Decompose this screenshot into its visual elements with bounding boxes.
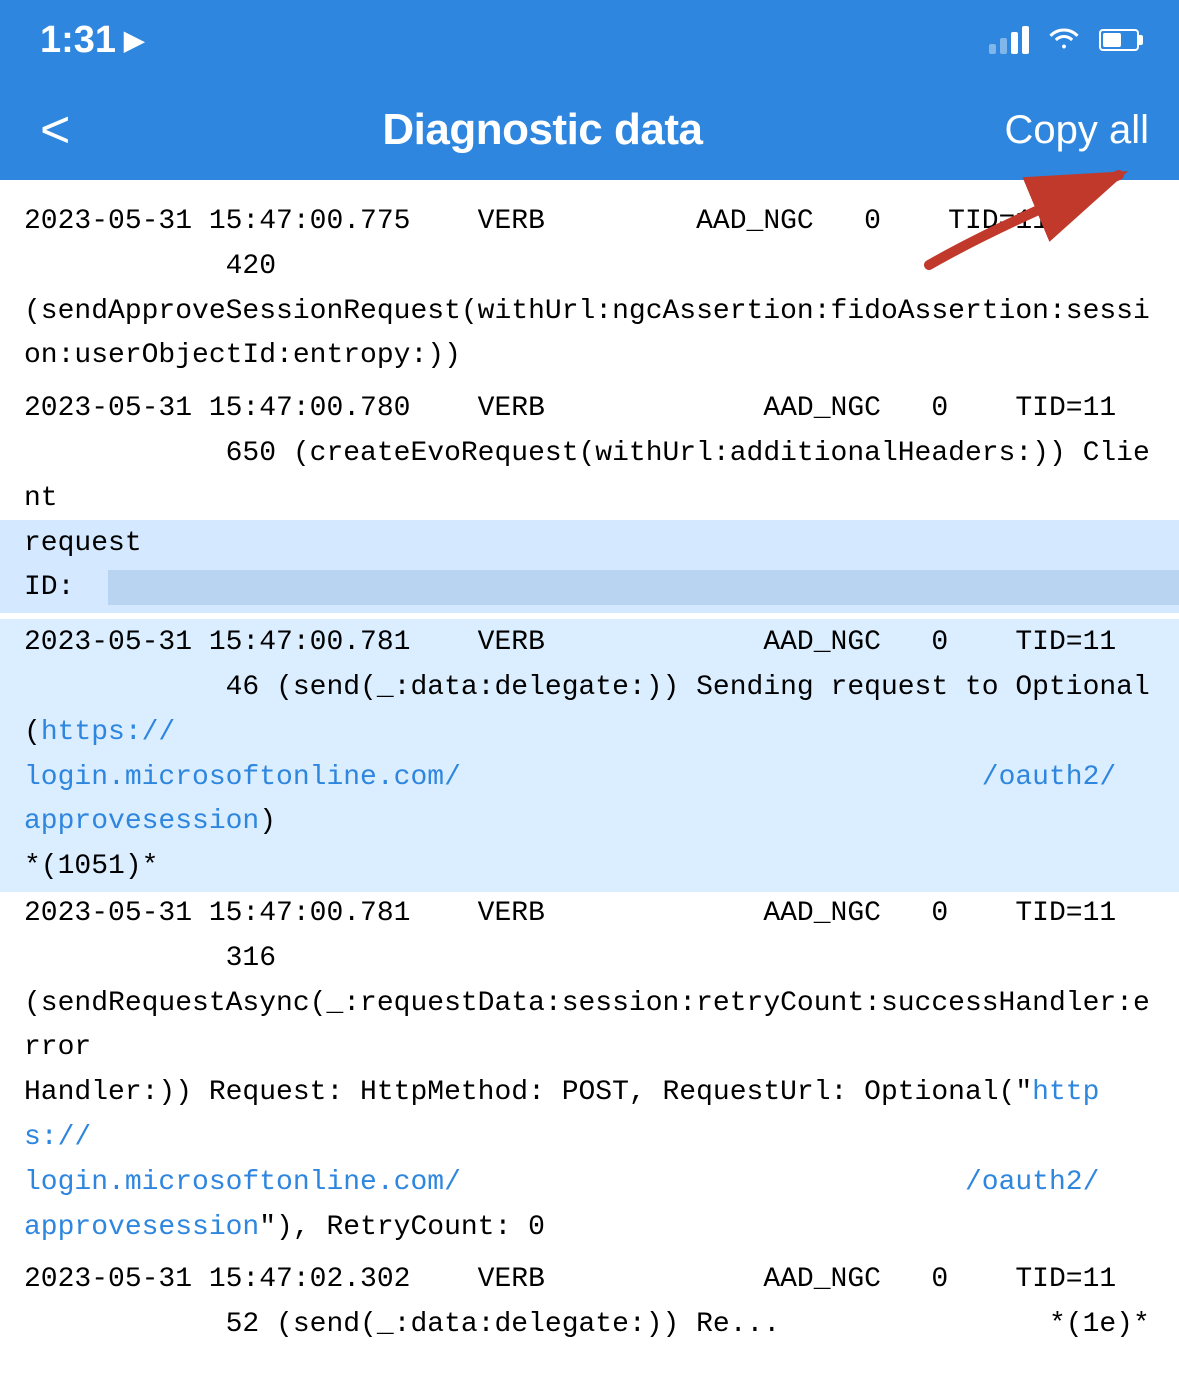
log-line: approvesession) [24, 800, 1155, 845]
log-line: 316 [24, 937, 1155, 982]
log-line: 2023-05-31 15:47:00.775 VERB AAD_NGC 0 T… [24, 200, 1155, 245]
log-line: approvesession"), RetryCount: 0 [24, 1206, 1155, 1251]
battery-icon [1099, 29, 1139, 51]
page-wrapper: 1:31 ▶ [0, 0, 1179, 1376]
log-line: 420 [24, 245, 1155, 290]
log-entry-1: 2023-05-31 15:47:00.775 VERB AAD_NGC 0 T… [24, 200, 1155, 379]
url-link[interactable]: https:// [24, 1077, 1099, 1153]
log-line: (sendRequestAsync(_:requestData:session:… [24, 982, 1155, 1072]
log-line: 2023-05-31 15:47:00.781 VERB AAD_NGC 0 T… [24, 892, 1155, 937]
log-line: 52 (send(_:data:delegate:)) Re... *(1e)* [24, 1303, 1155, 1348]
url-link[interactable]: login.microsoftonline.com/ [24, 1167, 461, 1198]
copy-all-button[interactable]: Copy all [1004, 108, 1149, 153]
log-line: 2023-05-31 15:47:02.302 VERB AAD_NGC 0 T… [24, 1258, 1155, 1303]
status-bar: 1:31 ▶ [0, 0, 1179, 80]
log-line: 650 (createEvoRequest(withUrl:additional… [24, 432, 1155, 522]
log-line: login.microsoftonline.com/ /oauth2/ [24, 756, 1155, 801]
diagnostic-log-content: 2023-05-31 15:47:00.775 VERB AAD_NGC 0 T… [0, 180, 1179, 1376]
wifi-icon [1047, 24, 1081, 56]
log-line: 2023-05-31 15:47:00.780 VERB AAD_NGC 0 T… [24, 387, 1155, 432]
url-link[interactable]: /oauth2/ [982, 762, 1116, 793]
log-line: login.microsoftonline.com/ /oauth2/ [24, 1161, 1155, 1206]
url-link[interactable]: https:// [41, 717, 175, 748]
status-time: 1:31 ▶ [40, 19, 144, 62]
page-title: Diagnostic data [382, 105, 702, 155]
log-line: (sendApproveSessionRequest(withUrl:ngcAs… [24, 290, 1155, 380]
log-line: Handler:)) Request: HttpMethod: POST, Re… [24, 1071, 1155, 1161]
status-icons [989, 24, 1139, 56]
log-line: 2023-05-31 15:47:00.781 VERB AAD_NGC 0 T… [24, 621, 1155, 666]
log-entry-5: 2023-05-31 15:47:02.302 VERB AAD_NGC 0 T… [24, 1258, 1155, 1348]
back-button[interactable]: < [30, 104, 80, 156]
request-id-row: request ID: [0, 520, 1179, 614]
location-arrow-icon: ▶ [124, 25, 144, 56]
nav-bar: < Diagnostic data Copy all [0, 80, 1179, 180]
url-link[interactable]: login.microsoftonline.com/ [24, 762, 461, 793]
log-entry-3: 2023-05-31 15:47:00.781 VERB AAD_NGC 0 T… [0, 619, 1179, 892]
signal-bars-icon [989, 26, 1029, 54]
time-display: 1:31 [40, 19, 116, 62]
log-entry-4: 2023-05-31 15:47:00.781 VERB AAD_NGC 0 T… [24, 892, 1155, 1250]
log-line: 46 (send(_:data:delegate:)) Sending requ… [24, 666, 1155, 756]
url-link[interactable]: approvesession [24, 806, 259, 837]
url-link[interactable]: /oauth2/ [965, 1167, 1099, 1198]
log-line: *(1051)* [24, 845, 1155, 890]
url-link[interactable]: approvesession [24, 1212, 259, 1243]
log-entry-2: 2023-05-31 15:47:00.780 VERB AAD_NGC 0 T… [24, 387, 1155, 613]
